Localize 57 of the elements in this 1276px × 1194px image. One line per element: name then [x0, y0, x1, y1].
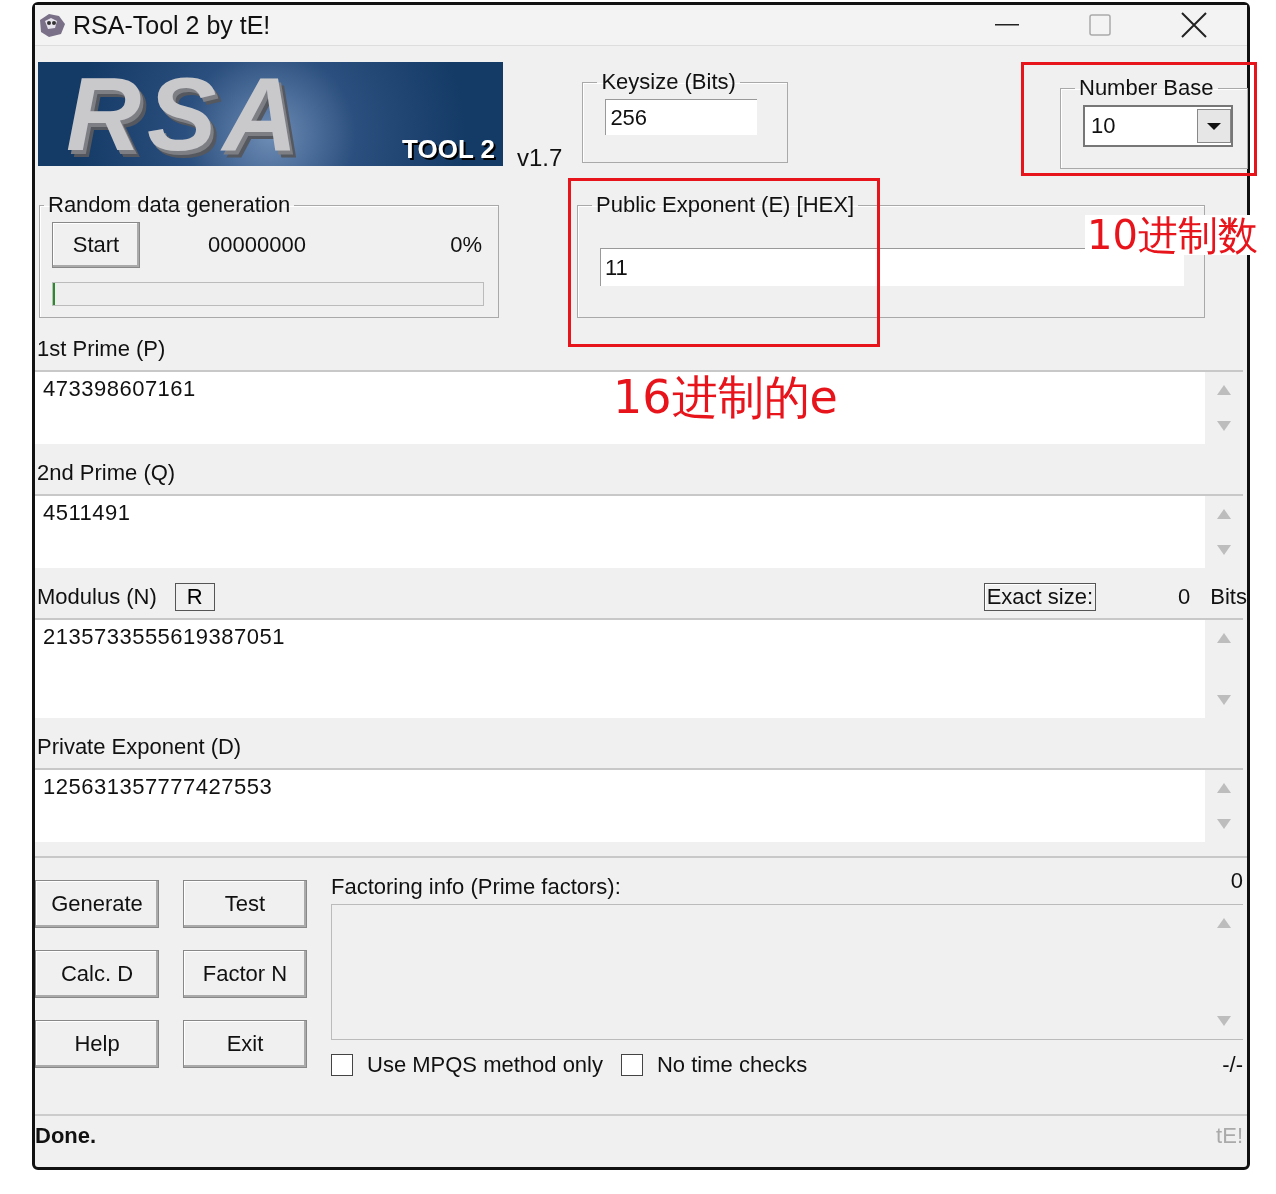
checkbox[interactable]	[621, 1054, 643, 1076]
action-button[interactable]: Test	[183, 880, 307, 928]
scroll-down-icon[interactable]	[1216, 420, 1232, 432]
annotation-note: 16进制的e	[613, 374, 838, 420]
number-base-dropdown[interactable]: 10	[1083, 105, 1233, 147]
percent-text: 0%	[450, 232, 482, 258]
scroll-up-icon[interactable]	[1216, 917, 1232, 929]
logo-subtext: TOOL 2	[402, 135, 495, 164]
group-label: Keysize (Bits)	[600, 69, 737, 95]
version-label: v1.7	[517, 144, 563, 172]
start-button[interactable]: Start	[52, 222, 140, 268]
field-label: 2nd Prime (Q)	[37, 460, 176, 486]
close-icon[interactable]	[1181, 12, 1207, 38]
scroll-up-icon[interactable]	[1216, 632, 1232, 644]
group-label: Number Base	[1078, 75, 1215, 101]
scroll-down-icon[interactable]	[1216, 818, 1232, 830]
option-label[interactable]: Use MPQS method only	[367, 1052, 603, 1078]
keysize-field[interactable]: 256	[605, 99, 758, 135]
action-button[interactable]: Calc. D	[35, 950, 159, 998]
minimize-icon[interactable]	[995, 24, 1019, 26]
logo-text: RSA	[66, 62, 304, 166]
scroll-down-icon[interactable]	[1216, 1015, 1232, 1027]
maximize-icon[interactable]	[1089, 14, 1111, 36]
scroll-down-icon[interactable]	[1216, 544, 1232, 556]
exact-size-label: Exact size:	[983, 583, 1097, 611]
factor-count: 0	[1230, 868, 1243, 895]
action-button[interactable]: Generate	[35, 880, 159, 928]
checkbox[interactable]	[331, 1054, 353, 1076]
scroll-up-icon[interactable]	[1216, 508, 1232, 520]
factoring-area[interactable]	[331, 904, 1243, 1040]
text-area[interactable]: 125631357777427553	[35, 768, 1243, 842]
text-area[interactable]: 2135733555619387051	[35, 618, 1243, 718]
group-label: Random data generation	[47, 192, 292, 218]
progress-text: -/-	[1222, 1052, 1243, 1078]
text-area[interactable]: 4511491	[35, 494, 1243, 568]
field-label: Modulus (N)	[37, 584, 157, 610]
dropdown-caret-icon[interactable]	[1197, 109, 1231, 143]
group-label: Public Exponent (E) [HEX]	[595, 192, 855, 218]
action-button[interactable]: Help	[35, 1020, 159, 1068]
option-label[interactable]: No time checks	[657, 1052, 808, 1078]
credit-text: tE!	[1216, 1123, 1243, 1149]
action-button[interactable]: Factor N	[183, 950, 307, 998]
status-text: Done.	[35, 1123, 97, 1149]
action-button[interactable]: Exit	[183, 1020, 307, 1068]
scroll-up-icon[interactable]	[1216, 384, 1232, 396]
r-button[interactable]: R	[174, 583, 215, 611]
scroll-up-icon[interactable]	[1216, 782, 1232, 794]
field-label: Private Exponent (D)	[37, 734, 242, 760]
counter-text: 00000000	[208, 232, 306, 258]
size-value: 0	[1178, 584, 1191, 610]
field-label: 1st Prime (P)	[37, 336, 166, 362]
unit-label: Bits	[1210, 584, 1247, 610]
window-title: RSA-Tool 2 by tE!	[73, 10, 271, 40]
factoring-label: Factoring info (Prime factors):	[331, 874, 621, 901]
scroll-down-icon[interactable]	[1216, 694, 1232, 706]
annotation-note: 10进制数	[1085, 215, 1260, 255]
app-icon	[37, 12, 67, 38]
